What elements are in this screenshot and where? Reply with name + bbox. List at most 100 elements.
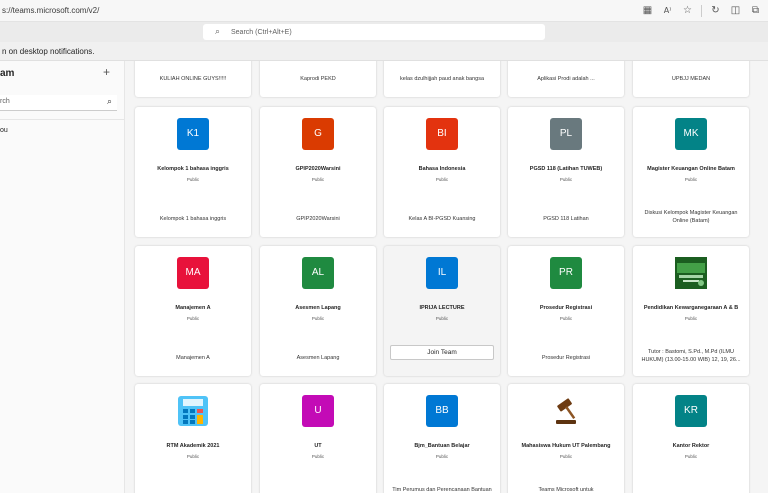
- team-card[interactable]: Aplikasi Prodi adalah ...: [508, 61, 624, 97]
- team-card[interactable]: U UT Public: [260, 384, 376, 493]
- team-visibility: Public: [311, 454, 325, 459]
- gavel-image: [550, 395, 582, 427]
- favorite-star-icon[interactable]: ☆: [681, 4, 694, 17]
- sidebar: am + rch ⌕ ou: [0, 61, 125, 493]
- team-description: Aplikasi Prodi adalah ...: [537, 76, 595, 82]
- team-avatar: KR: [675, 395, 707, 427]
- scrollbar[interactable]: [762, 61, 768, 493]
- sidebar-search-text: rch: [0, 98, 10, 105]
- team-description: Kaprodi PEKD: [300, 76, 336, 82]
- team-name: Mahasiswa Hukum UT Palembang: [521, 443, 611, 449]
- collections-icon[interactable]: ⧉: [749, 4, 762, 17]
- team-card[interactable]: MK Magister Keuangan Online Batam Public Di…: [633, 107, 749, 237]
- team-name: PGSD 118 (Latihan TUWEB): [529, 166, 603, 172]
- team-name: Asesmen Lapang: [295, 305, 341, 311]
- team-name: Kantor Rektor: [672, 443, 710, 449]
- teams-grid: KULIAH ONLINE GUYS!!!!! Kaprodi PEKD kelas…: [126, 61, 768, 493]
- team-avatar: AL: [302, 257, 334, 289]
- team-description: Teams Microsoft untuk: [538, 487, 594, 493]
- team-avatar: PR: [550, 257, 582, 289]
- team-visibility: Public: [435, 454, 449, 459]
- global-search-box[interactable]: ⌕ Search (Ctrl+Alt+E): [203, 24, 545, 40]
- team-card[interactable]: Kaprodi PEKD: [260, 61, 376, 97]
- team-avatar: BI: [426, 118, 458, 150]
- split-screen-icon[interactable]: ◫: [729, 4, 742, 17]
- team-visibility: Public: [684, 454, 698, 459]
- team-description: kelas dzulhijjah paud anak bangsa: [399, 76, 485, 82]
- team-description: UPBJJ MEDAN: [671, 76, 711, 82]
- team-card[interactable]: Pendidikan Kewarganegaraan A & B Public Tu…: [633, 246, 749, 376]
- search-icon: ⌕: [215, 27, 221, 37]
- team-visibility: Public: [186, 454, 200, 459]
- team-visibility: Public: [186, 316, 200, 321]
- team-card[interactable]: Mahasiswa Hukum UT Palembang Public Teams …: [508, 384, 624, 493]
- browser-address-bar: s://teams.microsoft.com/v2/ ▦ A⁾ ☆ ↻ ◫ ⧉: [0, 0, 768, 22]
- team-description: Asesmen Lapang: [296, 355, 340, 361]
- team-name: Magister Keuangan Online Batam: [647, 166, 735, 172]
- team-description: Prosedur Registrasi: [541, 355, 591, 361]
- team-card[interactable]: PR Prosedur Registrasi Public Prosedur Regi…: [508, 246, 624, 376]
- url-text[interactable]: s://teams.microsoft.com/v2/: [0, 6, 99, 15]
- team-visibility: Public: [684, 316, 698, 321]
- team-visibility: Public: [559, 177, 573, 182]
- calculator-image: [177, 395, 209, 427]
- team-card[interactable]: KR Kantor Rektor Public: [633, 384, 749, 493]
- team-card[interactable]: RTM Akademik 2021 Public: [135, 384, 251, 493]
- green-banner-image: [675, 257, 707, 289]
- team-card[interactable]: UPBJJ MEDAN: [633, 61, 749, 97]
- team-card[interactable]: KULIAH ONLINE GUYS!!!!!: [135, 61, 251, 97]
- team-card[interactable]: K1 Kelompok 1 bahasa inggris Public Kelompo…: [135, 107, 251, 237]
- extensions-icon[interactable]: ↻: [709, 4, 722, 17]
- browser-toolbar: ▦ A⁾ ☆ ↻ ◫ ⧉: [641, 4, 762, 17]
- sidebar-search-input[interactable]: rch ⌕: [0, 95, 117, 111]
- search-icon[interactable]: ⌕: [107, 97, 112, 107]
- team-visibility: Public: [435, 177, 449, 182]
- join-team-button[interactable]: Join Team: [390, 345, 494, 360]
- team-avatar: MK: [675, 118, 707, 150]
- team-visibility: Public: [559, 454, 573, 459]
- team-visibility: Public: [186, 177, 200, 182]
- team-description: PGSD 118 Latihan: [543, 216, 589, 222]
- team-card[interactable]: kelas dzulhijjah paud anak bangsa: [384, 61, 500, 97]
- teams-top-bar: ⌕ Search (Ctrl+Alt+E): [0, 22, 768, 42]
- team-card[interactable]: BB Bjm_Bantuan Belajar Public Tim Perumus d…: [384, 384, 500, 493]
- team-card[interactable]: AL Asesmen Lapang Public Asesmen Lapang: [260, 246, 376, 376]
- team-avatar: BB: [426, 395, 458, 427]
- team-description: GPIP2020Warsini: [296, 216, 340, 222]
- sidebar-divider: [0, 119, 125, 120]
- team-description: Tim Perumus dan Perencanaan Bantuan: [392, 487, 492, 493]
- team-description: KULIAH ONLINE GUYS!!!!!: [159, 76, 227, 82]
- read-aloud-icon[interactable]: A⁾: [661, 4, 674, 17]
- team-avatar: MA: [177, 257, 209, 289]
- team-visibility: Public: [311, 316, 325, 321]
- team-name: Pendidikan Kewarganegaraan A & B: [643, 305, 739, 311]
- team-name: Prosedur Registrasi: [539, 305, 593, 311]
- team-name: UT: [314, 443, 322, 449]
- team-name: IPRIJA LECTURE: [419, 305, 465, 311]
- team-card[interactable]: PL PGSD 118 (Latihan TUWEB) Public PGSD 118…: [508, 107, 624, 237]
- search-placeholder: Search (Ctrl+Alt+E): [231, 28, 292, 36]
- team-avatar: PL: [550, 118, 582, 150]
- team-name: Bjm_Bantuan Belajar: [414, 443, 470, 449]
- team-visibility: Public: [559, 316, 573, 321]
- team-card[interactable]: MA Manajemen A Public Manajemen A: [135, 246, 251, 376]
- team-description: Manajemen A: [176, 355, 210, 361]
- sidebar-item[interactable]: ou: [0, 127, 8, 134]
- team-visibility: Public: [684, 177, 698, 182]
- team-avatar: G: [302, 118, 334, 150]
- sidebar-title: am: [0, 68, 15, 79]
- team-name: Kelompok 1 bahasa inggris: [157, 166, 229, 172]
- team-avatar: IL: [426, 257, 458, 289]
- team-card[interactable]: IL IPRIJA LECTURE Public Join Team: [384, 246, 500, 376]
- team-name: Manajemen A: [175, 305, 211, 311]
- team-visibility: Public: [435, 316, 449, 321]
- notification-banner[interactable]: n on desktop notifications.: [0, 42, 768, 61]
- plus-icon[interactable]: +: [103, 65, 110, 79]
- team-card[interactable]: G GPIP2020Warsini Public GPIP2020Warsini: [260, 107, 376, 237]
- team-card[interactable]: BI Bahasa Indonesia Public Kelas A BI-PGSD …: [384, 107, 500, 237]
- team-description: Tutor : Bastomi, S.Pd., M.Pd (ILMU HUKUM…: [641, 349, 741, 363]
- team-description: Diskusi Kelompok Magister Keuangan Onlin…: [644, 210, 738, 224]
- team-name: GPIP2020Warsini: [295, 166, 341, 172]
- tab-grid-icon[interactable]: ▦: [641, 4, 654, 17]
- team-description: Kelompok 1 bahasa inggris: [159, 216, 227, 222]
